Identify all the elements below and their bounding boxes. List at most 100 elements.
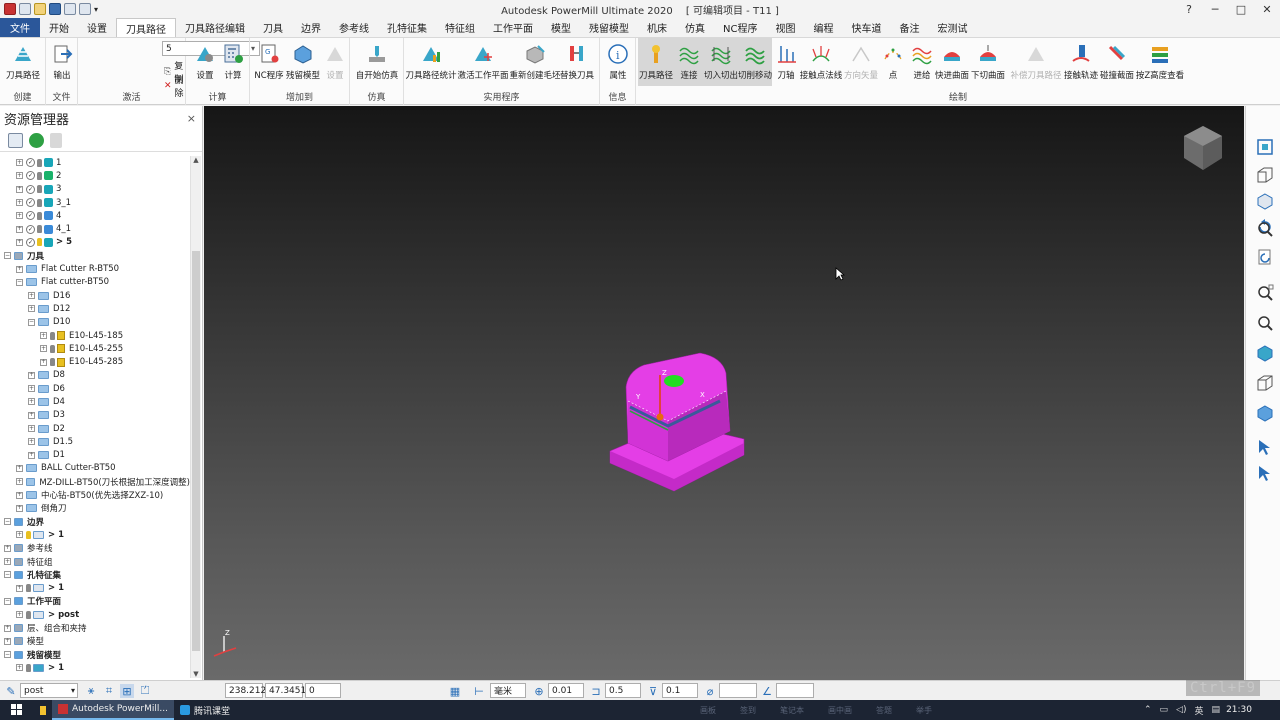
view-iso-icon[interactable]: [1254, 190, 1275, 211]
tool-diameter-field[interactable]: 0.1: [662, 683, 698, 698]
tab-simulation[interactable]: 仿真: [676, 18, 714, 37]
expand-toggle-icon[interactable]: −: [4, 597, 11, 605]
activate-workplane-button[interactable]: 激活工作平面: [458, 40, 509, 81]
tab-pattern[interactable]: 参考线: [330, 18, 378, 37]
draw-contact-normals-button[interactable]: 接触点法线: [798, 40, 844, 81]
zoom-icon[interactable]: [1254, 218, 1275, 239]
zoom-box-icon[interactable]: [1254, 282, 1275, 303]
expand-toggle-icon[interactable]: +: [28, 385, 35, 393]
customize-quick-access-icon[interactable]: ▾: [94, 5, 98, 14]
lightbulb-icon[interactable]: [26, 530, 31, 539]
angle-field[interactable]: [776, 683, 814, 698]
wireframe-view-icon[interactable]: [1254, 372, 1275, 393]
expand-toggle-icon[interactable]: +: [4, 544, 11, 552]
tab-view[interactable]: 视图: [766, 18, 804, 37]
tree-item[interactable]: + E10-L45-185: [0, 329, 190, 342]
tab-toolpath-edit[interactable]: 刀具路径编辑: [176, 18, 254, 37]
select-box-arrow-icon[interactable]: [1254, 462, 1275, 483]
expand-toggle-icon[interactable]: +: [4, 637, 11, 645]
draw-links-toggle[interactable]: 连接: [674, 38, 704, 86]
snap-grid-icon[interactable]: ⌗: [102, 684, 116, 698]
workplane-select[interactable]: post ▾: [20, 683, 78, 698]
tab-stock-model[interactable]: 残留模型: [580, 18, 638, 37]
expand-toggle-icon[interactable]: +: [16, 185, 23, 193]
tree-item[interactable]: − 孔特征集: [0, 568, 190, 581]
draw-compensated-toolpath-button[interactable]: 补偿刀具路径: [1008, 40, 1064, 81]
tree-item[interactable]: + 层、组合和夹持: [0, 621, 190, 634]
tree-item[interactable]: + D16: [0, 289, 190, 302]
tab-macro-test[interactable]: 宏测试: [928, 18, 976, 37]
tree-item[interactable]: − 工作平面: [0, 595, 190, 608]
lightbulb-icon[interactable]: [37, 185, 42, 194]
diameter-field[interactable]: [719, 683, 757, 698]
tree-view-icon[interactable]: [8, 133, 23, 148]
expand-toggle-icon[interactable]: +: [16, 584, 23, 592]
properties-button[interactable]: i 属性: [595, 40, 641, 81]
tree-item[interactable]: + D2: [0, 422, 190, 435]
tree-item[interactable]: + MZ-DILL-BT50(刀长根据加工深度调整): [0, 475, 190, 488]
lightbulb-icon[interactable]: [37, 171, 42, 180]
tab-setup[interactable]: 设置: [78, 18, 116, 37]
help-icon[interactable]: ?: [1176, 0, 1202, 18]
recreate-block-button[interactable]: 重新创建毛坯: [510, 40, 561, 81]
expand-toggle-icon[interactable]: +: [16, 664, 23, 672]
snap-icon[interactable]: ⚹: [84, 684, 98, 698]
view-select-icon[interactable]: [1254, 136, 1275, 157]
tab-workplane[interactable]: 工作平面: [484, 18, 542, 37]
zoom-out-icon[interactable]: [1254, 312, 1275, 333]
tree-item[interactable]: + 特征组: [0, 555, 190, 568]
save-icon[interactable]: [49, 3, 61, 15]
taskbar-powermill[interactable]: Autodesk PowerMill...: [52, 700, 174, 720]
expand-toggle-icon[interactable]: +: [16, 199, 23, 207]
tree-item[interactable]: + 中心钻-BT50(优先选择ZXZ-10): [0, 488, 190, 501]
tree-item[interactable]: − 刀具: [0, 249, 190, 262]
expand-toggle-icon[interactable]: +: [28, 411, 35, 419]
tab-tool[interactable]: 刀具: [254, 18, 292, 37]
expand-toggle-icon[interactable]: +: [16, 504, 23, 512]
ime-app-icon[interactable]: ▤: [1211, 705, 1220, 715]
clock[interactable]: 21:30: [1226, 700, 1252, 720]
expand-toggle-icon[interactable]: −: [4, 651, 11, 659]
file-explorer-taskbar-icon[interactable]: [34, 700, 52, 720]
expand-toggle-icon[interactable]: +: [28, 425, 35, 433]
tree-item[interactable]: + 倒角刀: [0, 502, 190, 515]
tab-featureset[interactable]: 特征组: [436, 18, 484, 37]
draw-plunge-surface-button[interactable]: 下切曲面: [968, 40, 1008, 81]
tree-item[interactable]: + D3: [0, 409, 190, 422]
open-folder-icon[interactable]: [34, 3, 46, 15]
expand-toggle-icon[interactable]: −: [4, 252, 11, 260]
expand-toggle-icon[interactable]: +: [16, 225, 23, 233]
expand-toggle-icon[interactable]: +: [40, 345, 47, 353]
expand-toggle-icon[interactable]: +: [28, 305, 35, 313]
lightbulb-icon[interactable]: [50, 331, 55, 340]
measure-icon[interactable]: ⏍: [138, 684, 152, 698]
expand-toggle-icon[interactable]: +: [28, 292, 35, 300]
toolpath-statistics-button[interactable]: 刀具路径统计: [406, 40, 457, 81]
tree-item[interactable]: + > 1: [0, 528, 190, 541]
tree-item[interactable]: + D6: [0, 382, 190, 395]
zoom-extents-icon[interactable]: [1254, 246, 1275, 267]
tab-nc-program[interactable]: NC程序: [714, 18, 766, 37]
tree-item[interactable]: + D1: [0, 449, 190, 462]
visibility-check-icon[interactable]: ✓: [26, 171, 35, 181]
tree-item[interactable]: − 残留模型: [0, 648, 190, 661]
close-button[interactable]: ✕: [1254, 0, 1280, 18]
tree-item[interactable]: + E10-L45-255: [0, 342, 190, 355]
tab-programming[interactable]: 编程: [804, 18, 842, 37]
network-icon[interactable]: ▭: [1160, 705, 1169, 715]
draw-cut-moves-toggle[interactable]: 切削移动: [738, 38, 772, 86]
explorer-scrollbar[interactable]: ▲ ▼: [190, 156, 201, 678]
tree-item[interactable]: + > 1: [0, 582, 190, 595]
visibility-check-icon[interactable]: ✓: [26, 224, 35, 234]
expand-toggle-icon[interactable]: +: [4, 558, 11, 566]
tree-item[interactable]: + ✓ 4: [0, 209, 190, 222]
snap-active-icon[interactable]: ⊞: [120, 684, 134, 698]
expand-toggle-icon[interactable]: +: [28, 371, 35, 379]
tree-item[interactable]: + ✓ 3_1: [0, 196, 190, 209]
lightbulb-icon[interactable]: [50, 358, 55, 367]
simulate-from-start-button[interactable]: 自开始仿真: [354, 40, 400, 81]
expand-toggle-icon[interactable]: +: [40, 332, 47, 339]
tree-item[interactable]: + D1.5: [0, 435, 190, 448]
part-model[interactable]: Z X Y: [608, 351, 748, 501]
expand-toggle-icon[interactable]: +: [16, 491, 23, 499]
